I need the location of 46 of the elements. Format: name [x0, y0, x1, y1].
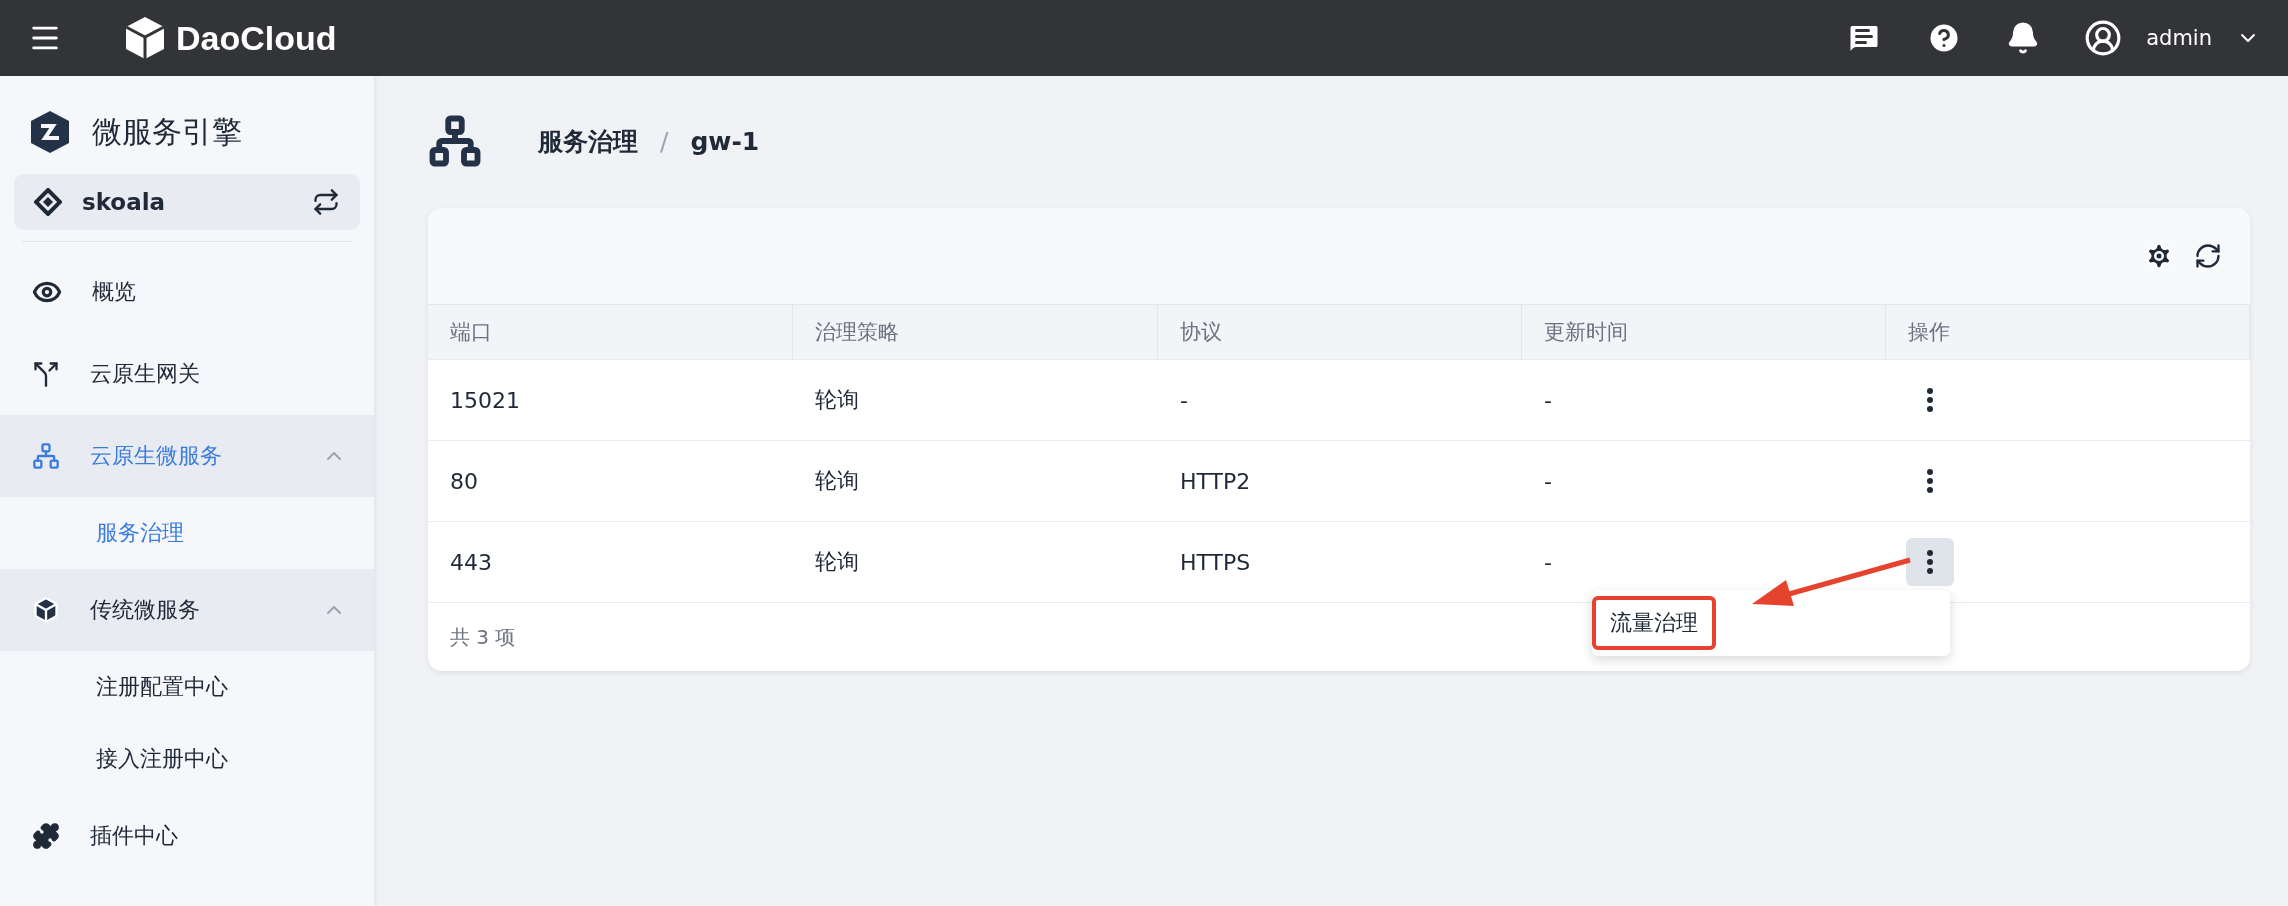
refresh-icon[interactable]: [2194, 242, 2222, 270]
sidebar-subitem[interactable]: 注册配置中心: [0, 651, 374, 723]
more-icon: [1927, 388, 1933, 412]
table-cell: -: [1522, 359, 1886, 440]
table-cell: HTTPS: [1158, 521, 1522, 602]
sidebar-item[interactable]: 云原生网关: [0, 333, 374, 415]
sidebar-subitem[interactable]: 服务治理: [0, 497, 374, 569]
sidebar-subitem[interactable]: 接入注册中心: [0, 723, 374, 795]
breadcrumb-item: gw-1: [690, 126, 760, 156]
breadcrumb-separator: /: [660, 126, 669, 156]
brand-name: DaoCloud: [176, 18, 337, 58]
sidebar-item[interactable]: 概览: [0, 251, 374, 333]
more-icon: [1927, 550, 1933, 574]
column-header: 端口: [428, 304, 793, 359]
table-cell: -: [1522, 440, 1886, 521]
puzzle-icon: [32, 822, 60, 850]
table-cell: 15021: [428, 359, 793, 440]
column-header: 更新时间: [1522, 304, 1886, 359]
table-cell: 轮询: [793, 440, 1158, 521]
workspace-icon: [34, 188, 62, 216]
sidebar-item[interactable]: 插件中心: [0, 795, 374, 877]
product-title: 微服务引擎: [92, 112, 242, 151]
user-name[interactable]: admin: [2146, 26, 2212, 50]
hierarchy-icon: [32, 442, 60, 470]
split-icon: [32, 360, 60, 388]
more-icon: [1927, 469, 1933, 493]
product-logo-icon: [28, 110, 72, 154]
switch-icon[interactable]: [312, 188, 340, 216]
hierarchy-icon: [428, 114, 482, 168]
workspace-switcher[interactable]: skoala: [14, 174, 360, 230]
more-actions-button[interactable]: [1906, 538, 1954, 586]
user-avatar-icon[interactable]: [2084, 19, 2123, 57]
cube-icon: [32, 596, 60, 624]
table-cell: -: [1158, 359, 1522, 440]
table-cell: 轮询: [793, 521, 1158, 602]
sidebar-group[interactable]: 传统微服务: [0, 569, 374, 651]
breadcrumb-item[interactable]: 服务治理: [538, 124, 638, 158]
table-cell: 轮询: [793, 359, 1158, 440]
column-header: 操作: [1886, 304, 2250, 359]
table-cell: HTTP2: [1158, 440, 1522, 521]
menu-item[interactable]: 流量治理: [1592, 596, 1716, 650]
column-header: 治理策略: [793, 304, 1158, 359]
settings-icon[interactable]: [2144, 241, 2174, 271]
table-cell: 443: [428, 521, 793, 602]
column-header: 协议: [1158, 304, 1522, 359]
table-cell: 80: [428, 440, 793, 521]
